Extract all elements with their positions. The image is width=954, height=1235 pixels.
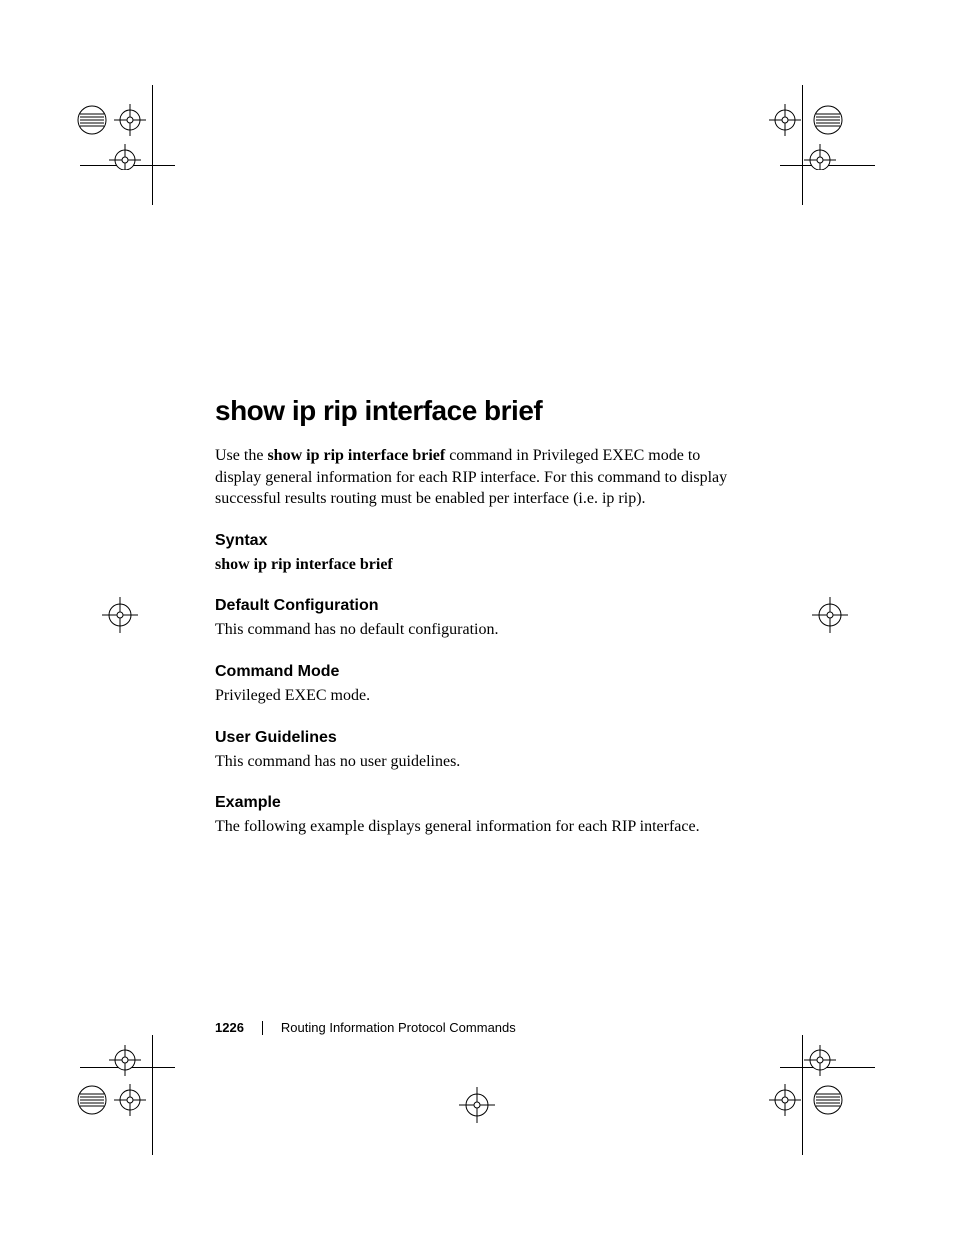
registration-mark-icon [432, 1060, 522, 1150]
syntax-body: show ip rip interface brief [215, 554, 745, 576]
command-mode-heading: Command Mode [215, 663, 745, 681]
registration-mark-icon [790, 575, 880, 665]
footer-divider [262, 1021, 263, 1035]
default-config-heading: Default Configuration [215, 597, 745, 615]
intro-command-name: show ip rip interface brief [267, 447, 445, 464]
default-config-body: This command has no default configuratio… [215, 619, 745, 641]
registration-mark-icon [70, 1045, 160, 1135]
registration-mark-icon [70, 80, 160, 170]
example-heading: Example [215, 794, 745, 812]
registration-mark-icon [760, 80, 850, 170]
command-mode-body: Privileged EXEC mode. [215, 685, 745, 707]
registration-mark-icon [70, 575, 160, 665]
command-title: show ip rip interface brief [215, 395, 745, 427]
syntax-heading: Syntax [215, 532, 745, 550]
page-number: 1226 [215, 1020, 244, 1035]
page-content: show ip rip interface brief Use the show… [215, 395, 745, 860]
example-body: The following example displays general i… [215, 816, 745, 838]
page-footer: 1226 Routing Information Protocol Comman… [215, 1020, 516, 1035]
user-guidelines-body: This command has no user guidelines. [215, 751, 745, 773]
user-guidelines-heading: User Guidelines [215, 729, 745, 747]
registration-mark-icon [760, 1045, 850, 1135]
intro-paragraph: Use the show ip rip interface brief comm… [215, 445, 745, 510]
intro-prefix: Use the [215, 447, 267, 464]
footer-chapter-label: Routing Information Protocol Commands [281, 1020, 516, 1035]
